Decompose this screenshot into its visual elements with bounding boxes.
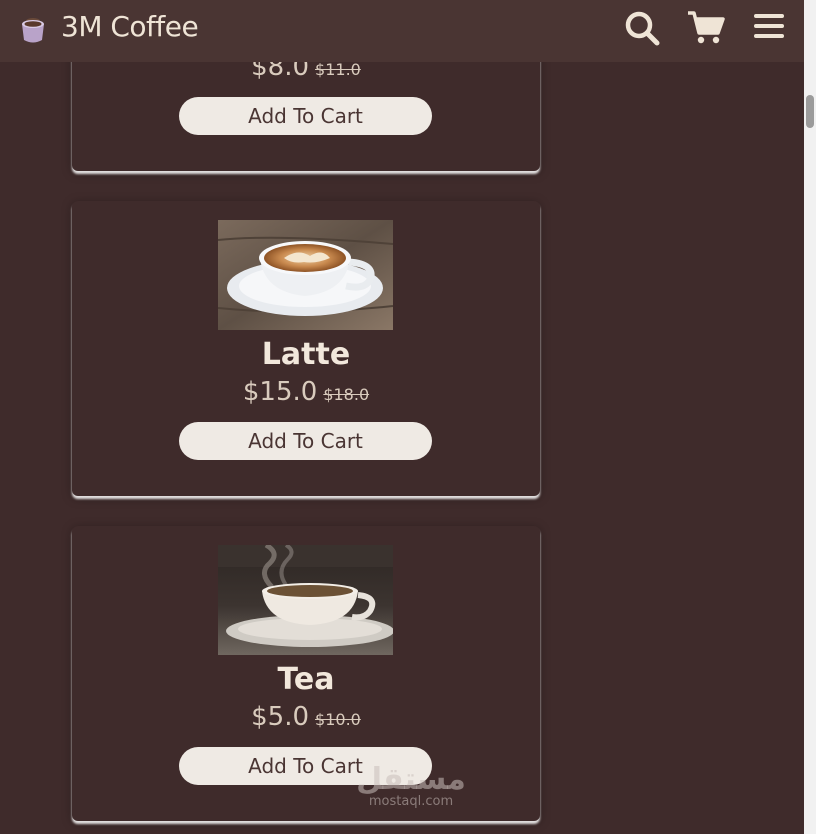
site-header: 3M Coffee — [0, 0, 804, 62]
watermark-latin: mostaql.com — [368, 794, 454, 809]
price-line: $5.0 $10.0 — [72, 702, 540, 732]
brand-name[interactable]: 3M Coffee — [61, 10, 199, 43]
scrollbar-thumb[interactable] — [806, 95, 814, 128]
product-old-price: $18.0 — [323, 385, 370, 404]
product-price: $15.0 — [242, 377, 318, 407]
menu-icon[interactable] — [750, 8, 790, 48]
add-to-cart-button[interactable]: Add To Cart — [179, 422, 432, 460]
product-name: Tea — [277, 662, 335, 697]
cart-icon[interactable] — [686, 8, 726, 48]
watermark: مستقل mostaql.com — [356, 765, 466, 809]
product-name: Latte — [261, 337, 351, 372]
tea-image — [218, 545, 393, 655]
product-price: $5.0 — [251, 702, 310, 732]
latte-image — [218, 220, 393, 330]
add-to-cart-button[interactable]: Add To Cart — [179, 97, 432, 135]
watermark-arabic: مستقل — [356, 762, 466, 797]
coffee-cup-icon — [19, 14, 47, 44]
product-old-price: $11.0 — [315, 60, 361, 79]
page-viewport: $8.0 $11.0 Add To Cart Latte $15.0 $18.0… — [0, 0, 804, 834]
product-old-price: $10.0 — [315, 710, 361, 729]
search-icon[interactable] — [622, 8, 662, 48]
price-line: $15.0 $18.0 — [72, 377, 540, 407]
product-card: Latte $15.0 $18.0 Add To Cart — [72, 201, 540, 496]
product-card: Tea $5.0 $10.0 Add To Cart — [72, 526, 540, 821]
